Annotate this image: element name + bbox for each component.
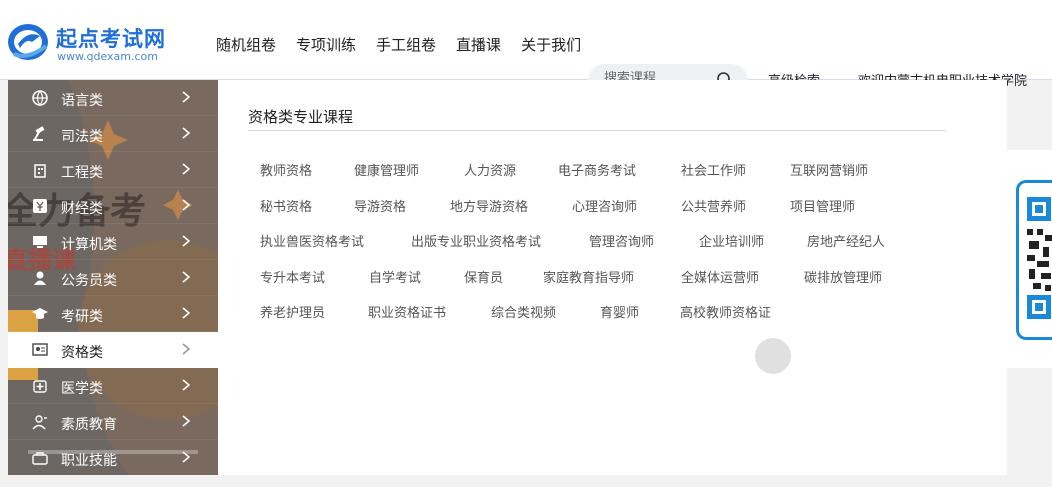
logo-title: 起点考试网 [56, 27, 166, 51]
course-link[interactable]: 教师资格 [260, 160, 312, 179]
nav-random-paper[interactable]: 随机组卷 [216, 34, 276, 55]
nav-special-training[interactable]: 专项训练 [296, 34, 356, 55]
sidebar-item-9[interactable]: 医学类 [8, 368, 218, 404]
course-link[interactable]: 公共营养师 [681, 196, 746, 215]
course-link[interactable]: 秘书资格 [260, 196, 312, 215]
nav-manual-paper[interactable]: 手工组卷 [376, 34, 436, 55]
sidebar-item-label: 计算机类 [61, 237, 117, 253]
main-nav: 随机组卷 专项训练 手工组卷 直播课 关于我们 [216, 34, 581, 55]
course-link[interactable]: 职业资格证书 [368, 302, 446, 321]
course-link[interactable]: 执业兽医资格考试 [260, 231, 364, 250]
course-link[interactable]: 心理咨询师 [572, 196, 637, 215]
course-link[interactable]: 电子商务考试 [558, 160, 636, 179]
course-link[interactable]: 高校教师资格证 [680, 302, 771, 321]
course-link[interactable]: 专升本考试 [260, 267, 325, 286]
user-icon [34, 271, 46, 285]
cursor-highlight [755, 338, 791, 374]
chevron-right-icon [182, 451, 191, 463]
course-link[interactable]: 企业培训师 [699, 231, 764, 250]
chevron-right-icon [182, 415, 191, 427]
globe-icon [32, 90, 48, 106]
course-link[interactable]: 项目管理师 [790, 196, 855, 215]
course-link[interactable]: 碳排放管理师 [804, 267, 882, 286]
sidebar-item-2[interactable]: 司法类 [8, 116, 218, 152]
chevron-right-icon [182, 163, 191, 175]
chevron-right-icon [182, 271, 191, 283]
building-icon [34, 164, 46, 178]
course-link[interactable]: 互联网营销师 [790, 160, 868, 179]
chevron-right-icon [182, 379, 191, 391]
course-link[interactable]: 导游资格 [354, 196, 406, 215]
chevron-right-icon [182, 127, 191, 139]
course-link[interactable]: 育婴师 [600, 302, 639, 321]
course-link[interactable]: 管理咨询师 [589, 231, 654, 250]
sidebar-item-label: 语言类 [61, 93, 103, 109]
logo-url: www.qdexam.com [57, 50, 158, 63]
medical-icon [33, 380, 47, 393]
qr-code [1016, 180, 1052, 340]
panel-title: 资格类专业课程 [248, 108, 354, 126]
logo-icon [8, 24, 48, 60]
sidebar-item-label: 资格类 [61, 345, 103, 361]
course-link[interactable]: 房地产经纪人 [807, 231, 885, 250]
sidebar-item-3[interactable]: 工程类 [8, 152, 218, 188]
nav-live-class[interactable]: 直播课 [456, 34, 501, 55]
sidebar-item-1[interactable]: 语言类 [8, 80, 218, 116]
course-link[interactable]: 保育员 [464, 267, 503, 286]
qr-code-icon [1027, 197, 1052, 319]
sidebar-item-5[interactable]: 计算机类 [8, 224, 218, 260]
course-link[interactable]: 养老护理员 [260, 302, 325, 321]
course-link[interactable]: 社会工作师 [681, 160, 746, 179]
computer-icon [33, 236, 47, 248]
graduation-cap-icon [32, 308, 48, 319]
category-sidebar: 全力备考 直播课 语言类 司法类 工程类 财经类 计算机类 公务员类 考研类 资格类 医学类 素质… [8, 80, 218, 475]
sidebar-item-label: 司法类 [61, 129, 103, 145]
sidebar-item-6[interactable]: 公务员类 [8, 260, 218, 296]
person-icon [32, 415, 47, 430]
course-link[interactable]: 全媒体运营师 [681, 267, 759, 286]
sidebar-item-label: 医学类 [61, 381, 103, 397]
sidebar-item-label: 工程类 [61, 165, 103, 181]
chevron-right-icon [182, 343, 191, 355]
chevron-right-icon [182, 91, 191, 103]
briefcase-icon [32, 452, 48, 465]
gavel-icon [33, 126, 45, 141]
sidebar-item-10[interactable]: 素质教育 [8, 404, 218, 440]
sidebar-item-label: 素质教育 [61, 417, 117, 433]
course-link[interactable]: 自学考试 [369, 267, 421, 286]
sidebar-item-label: 财经类 [61, 201, 103, 217]
sidebar-item-label: 公务员类 [61, 273, 117, 289]
site-header: 起点考试网 www.qdexam.com 随机组卷 专项训练 手工组卷 直播课 … [0, 0, 1052, 80]
course-link[interactable]: 地方导游资格 [450, 196, 528, 215]
chevron-right-icon [182, 307, 191, 319]
course-link[interactable]: 综合类视频 [491, 302, 556, 321]
course-link[interactable]: 出版专业职业资格考试 [411, 231, 541, 250]
certificate-icon [32, 343, 48, 356]
sidebar-item-7[interactable]: 考研类 [8, 296, 218, 332]
category-panel: 资格类专业课程 教师资格 健康管理师 人力资源 电子商务考试 社会工作师 互联网营销师秘书… [218, 80, 1007, 475]
chevron-right-icon [182, 235, 191, 247]
sidebar-item-label: 职业技能 [61, 453, 117, 469]
yen-icon [33, 199, 47, 213]
sidebar-item-8[interactable]: 资格类 [8, 332, 218, 368]
course-link[interactable]: 健康管理师 [354, 160, 419, 179]
sidebar-item-label: 考研类 [61, 309, 103, 325]
sidebar-item-11[interactable]: 职业技能 [8, 440, 218, 475]
site-logo[interactable]: 起点考试网 www.qdexam.com [6, 22, 196, 66]
panel-divider [248, 130, 946, 131]
course-link[interactable]: 人力资源 [464, 160, 516, 179]
nav-about-us[interactable]: 关于我们 [521, 34, 581, 55]
chevron-right-icon [182, 199, 191, 211]
sidebar-item-4[interactable]: 财经类 [8, 188, 218, 224]
course-link[interactable]: 家庭教育指导师 [543, 267, 634, 286]
